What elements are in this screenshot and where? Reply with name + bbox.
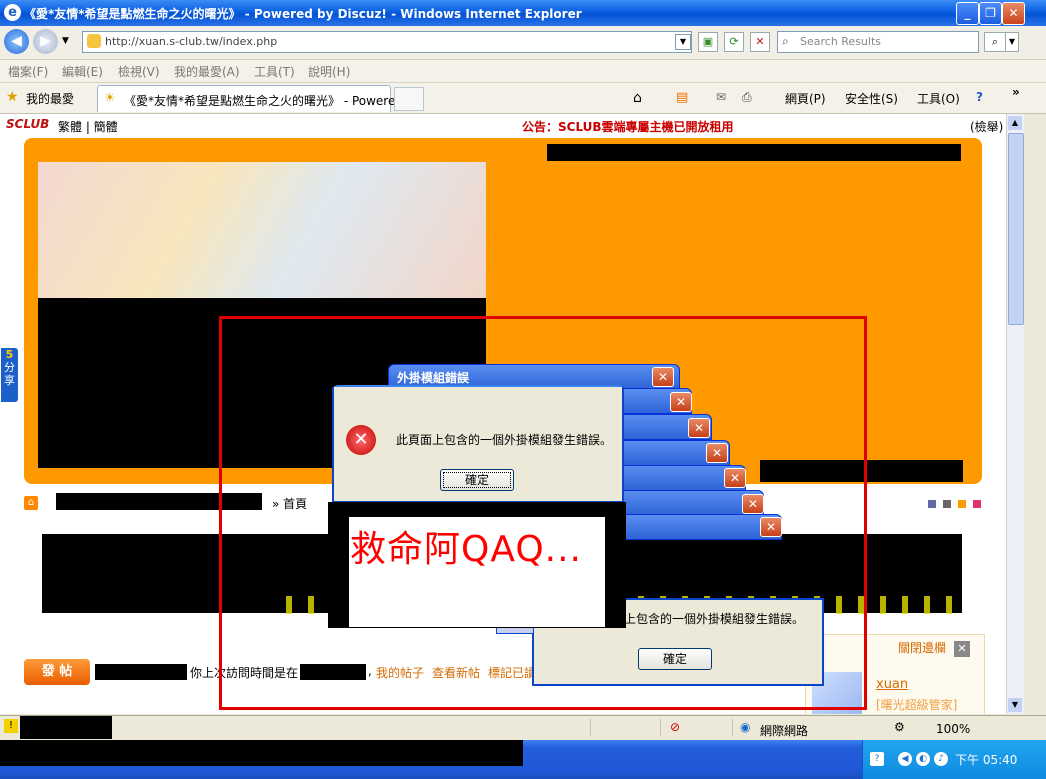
window-right-border bbox=[1024, 114, 1046, 714]
taskbar-clock[interactable]: 下午 05:40 bbox=[955, 751, 1017, 768]
help-icon[interactable]: ? bbox=[976, 90, 983, 104]
favorites-label[interactable]: 我的最愛 bbox=[26, 90, 74, 107]
redacted-status-text bbox=[20, 716, 112, 739]
back-button[interactable]: ◀ bbox=[4, 29, 29, 54]
favorites-bar: ★ 我的最愛 ☀ 《愛*友情*希望是點燃生命之火的曙光》 - Powere...… bbox=[0, 83, 1046, 114]
redacted-top-links bbox=[547, 144, 961, 161]
menu-file[interactable]: 檔案(F) bbox=[8, 63, 48, 80]
menu-bar: 檔案(F) 編輯(E) 檢視(V) 我的最愛(A) 工具(T) 說明(H) bbox=[0, 60, 1046, 83]
username-link[interactable]: xuan bbox=[876, 677, 908, 692]
protected-mode-icon[interactable]: ⊘ bbox=[670, 720, 680, 734]
home-icon[interactable]: ⌂ bbox=[633, 90, 642, 106]
status-divider bbox=[660, 719, 661, 736]
search-options-icon[interactable]: ▼ bbox=[1005, 32, 1019, 52]
address-dropdown-icon[interactable]: ▼ bbox=[675, 34, 691, 50]
lang-links[interactable]: 繁體 | 簡體 bbox=[58, 118, 118, 135]
address-toolbar: ◀ ▶ ▼ http://xuan.s-club.tw/index.php ▼ … bbox=[0, 26, 1046, 60]
refresh-icon[interactable]: ⟳ bbox=[724, 32, 744, 52]
minimize-button[interactable]: _ bbox=[956, 2, 979, 25]
site-favicon-icon bbox=[87, 34, 101, 48]
share-label: 分享 bbox=[4, 361, 15, 387]
menu-tools[interactable]: 工具(T) bbox=[254, 63, 295, 80]
forward-button[interactable]: ▶ bbox=[33, 29, 58, 54]
style-swatch-grey[interactable] bbox=[943, 500, 951, 508]
status-bar: ! ⊘ ◉ 網際網路 ⚙ 100% bbox=[0, 715, 1046, 740]
safety-menu[interactable]: 安全性(S) bbox=[845, 90, 898, 107]
search-placeholder: Search Results bbox=[800, 35, 882, 48]
report-link[interactable]: (檢舉) bbox=[970, 118, 1003, 135]
internet-globe-icon: ◉ bbox=[740, 720, 751, 734]
annotation-red-rectangle bbox=[219, 316, 867, 710]
style-swatch-blue[interactable] bbox=[928, 500, 936, 508]
page-menu[interactable]: 網頁(P) bbox=[785, 90, 826, 107]
redacted-taskbar-items bbox=[0, 740, 523, 766]
close-button[interactable]: ✕ bbox=[1002, 2, 1025, 25]
sclub-logo[interactable]: SCLUB bbox=[6, 117, 49, 131]
tab-current[interactable]: ☀ 《愛*友情*希望是點燃生命之火的曙光》 - Powere... bbox=[97, 85, 407, 112]
status-divider bbox=[732, 719, 733, 736]
close-sidebar-icon[interactable]: ✕ bbox=[954, 641, 970, 657]
announcement[interactable]: 公告：SCLUB雲端專屬主機已開放租用 bbox=[522, 118, 734, 135]
history-dropdown-icon[interactable]: ▼ bbox=[62, 36, 69, 46]
share-side-tab[interactable]: 5 分享 bbox=[1, 348, 18, 402]
compat-view-icon[interactable]: ▣ bbox=[698, 32, 718, 52]
window-title: 《愛*友情*希望是點燃生命之火的曙光》 - Powered by Discuz!… bbox=[24, 7, 582, 21]
forum-banner-image bbox=[38, 162, 486, 298]
menu-help[interactable]: 說明(H) bbox=[308, 63, 350, 80]
system-tray bbox=[862, 740, 1046, 779]
menu-favorites[interactable]: 我的最愛(A) bbox=[174, 63, 240, 80]
tab-favicon-icon: ☀ bbox=[104, 91, 116, 106]
redacted-username bbox=[95, 664, 187, 680]
style-swatch-pink[interactable] bbox=[973, 500, 981, 508]
zone-settings-icon[interactable]: ⚙ bbox=[894, 720, 905, 734]
tools-menu[interactable]: 工具(O) bbox=[917, 90, 960, 107]
search-go-icon[interactable]: ⌕ bbox=[984, 32, 1006, 52]
mail-icon[interactable]: ✉ bbox=[716, 90, 726, 104]
maximize-button[interactable]: ❐ bbox=[979, 2, 1002, 25]
ie-logo-icon: e bbox=[4, 4, 21, 21]
search-icon: ⌕ bbox=[782, 34, 789, 48]
zone-label: 網際網路 bbox=[760, 724, 809, 738]
print-icon[interactable]: ⎙ bbox=[742, 90, 752, 105]
warning-icon[interactable]: ! bbox=[4, 719, 18, 733]
address-url: http://xuan.s-club.tw/index.php bbox=[105, 35, 278, 48]
new-tab-button[interactable] bbox=[394, 87, 424, 111]
stop-icon[interactable]: ✕ bbox=[750, 32, 770, 52]
tray-back-icon[interactable]: ◀ bbox=[898, 752, 912, 766]
menu-view[interactable]: 檢視(V) bbox=[118, 63, 160, 80]
share-logo-icon: 5 bbox=[5, 348, 14, 361]
favorites-star-icon: ★ bbox=[6, 89, 19, 105]
home-breadcrumb-icon[interactable]: ⌂ bbox=[24, 496, 38, 510]
zoom-level[interactable]: 100% bbox=[936, 722, 970, 736]
scroll-up-icon[interactable]: ▲ bbox=[1008, 116, 1022, 130]
search-input[interactable]: ⌕ Search Results bbox=[777, 31, 979, 53]
tray-app-icon[interactable]: ? bbox=[870, 752, 884, 766]
address-field[interactable]: http://xuan.s-club.tw/index.php ▼ bbox=[82, 31, 692, 53]
new-post-button[interactable]: 發 帖 bbox=[24, 659, 90, 685]
style-swatch-orange[interactable] bbox=[958, 500, 966, 508]
more-commands[interactable]: » bbox=[1012, 85, 1020, 99]
tab-title: 《愛*友情*希望是點燃生命之火的曙光》 - Powere... bbox=[124, 94, 407, 108]
site-topbar: SCLUB 繁體 | 簡體 公告：SCLUB雲端專屬主機已開放租用 (檢舉) bbox=[0, 114, 1006, 136]
user-role: [曙光超級管家] bbox=[876, 698, 958, 712]
close-sidebar-link[interactable]: 關閉邊欄 bbox=[898, 639, 946, 656]
tray-volume-icon[interactable]: ♪ bbox=[934, 752, 948, 766]
scroll-down-icon[interactable]: ▼ bbox=[1008, 698, 1022, 712]
scrollbar-thumb[interactable] bbox=[1008, 133, 1024, 325]
feeds-icon[interactable]: ▤ bbox=[676, 90, 688, 105]
tray-network-icon[interactable]: ◐ bbox=[916, 752, 930, 766]
status-divider bbox=[590, 719, 591, 736]
menu-edit[interactable]: 編輯(E) bbox=[62, 63, 103, 80]
